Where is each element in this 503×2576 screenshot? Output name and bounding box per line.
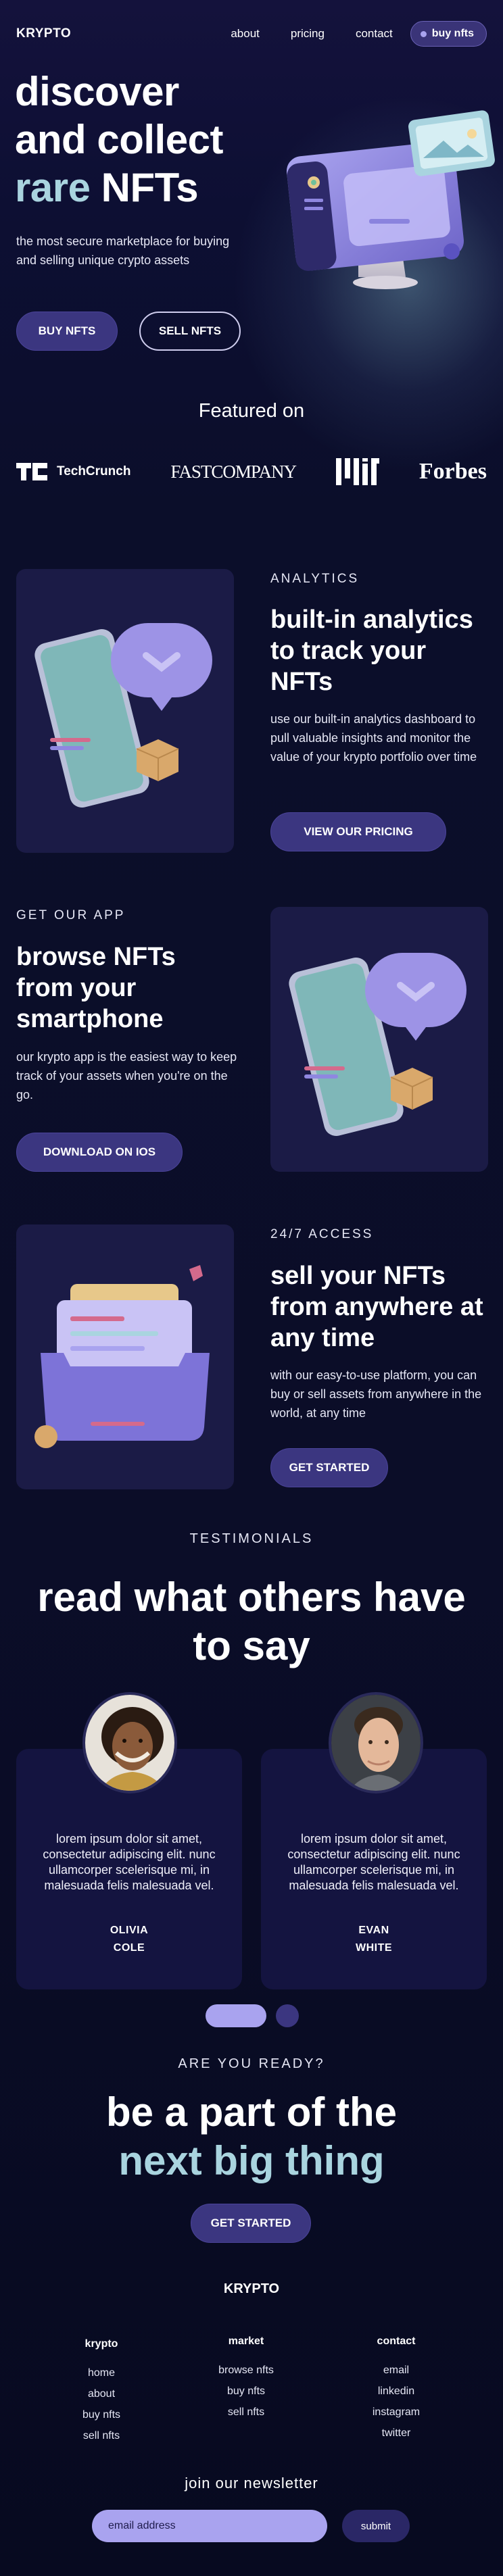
testimonials-title: read what others have to say [37, 1575, 466, 1668]
techcrunch-wordmark: TechCrunch [57, 464, 131, 478]
download-ios-button[interactable]: DOWNLOAD ON IOS [16, 1133, 183, 1172]
buy-nfts-nav-button[interactable]: buy nfts [410, 21, 487, 47]
avatar [82, 1692, 177, 1793]
pager-dot[interactable] [276, 2004, 299, 2027]
testimonial-quote: lorem ipsum dolor sit amet, consectetur … [43, 1832, 216, 1892]
avatar [329, 1692, 423, 1793]
footer-link-linkedin[interactable]: linkedin [329, 2381, 464, 2402]
analytics-image-card [16, 569, 234, 853]
access-get-started-button[interactable]: GET STARTED [270, 1448, 388, 1487]
testimonial-quote: lorem ipsum dolor sit amet, consectetur … [287, 1832, 460, 1892]
testimonial-last-name: WHITE [355, 1942, 393, 1954]
footer-link-home[interactable]: home [34, 2362, 169, 2383]
top-nav: KRYPTO about pricing contact buy nfts [16, 19, 487, 49]
footer-link-sell-nfts[interactable]: sell nfts [34, 2425, 169, 2446]
footer-link-twitter[interactable]: twitter [329, 2423, 464, 2444]
hero-title-line1: discover [15, 69, 179, 114]
testimonial-last-name: COLE [113, 1942, 145, 1954]
inbox-tray-illustration [34, 1265, 210, 1448]
newsletter-title: join our newsletter [185, 2475, 318, 2492]
techcrunch-mark-icon [16, 463, 47, 480]
footer-link-buy-nfts[interactable]: buy nfts [34, 2404, 169, 2425]
page: KRYPTO about pricing contact buy nfts di… [0, 0, 503, 2576]
hero-title-accent: rare [15, 165, 91, 210]
footer-column-krypto: krypto home about buy nfts sell nfts [34, 2338, 169, 2446]
mit-logo[interactable] [335, 458, 379, 485]
footer-link-instagram[interactable]: instagram [329, 2402, 464, 2423]
testimonial-pager [206, 2004, 299, 2027]
analytics-title: built-in analytics to track your NFTs [270, 605, 473, 696]
newsletter-email-input[interactable] [92, 2510, 327, 2542]
brand-logo[interactable]: KRYPTO [16, 26, 71, 41]
app-title: browse NFTs from your smartphone [16, 943, 176, 1033]
buy-nfts-nav-label: buy nfts [431, 28, 474, 39]
forbes-logo[interactable]: Forbes [419, 459, 487, 485]
app-image-card [270, 907, 488, 1172]
nav-link-about[interactable]: about [231, 27, 260, 41]
hero-title-line2: and collect [15, 117, 223, 162]
footer-heading: market [228, 2335, 264, 2347]
access-body: with our easy-to-use platform, you can b… [270, 1368, 482, 1420]
fastcompany-wordmark: FASTCOMPANY [170, 461, 297, 482]
featured-logos: TechCrunch FASTCOMPANY Forbes [16, 454, 487, 489]
testimonials-eyebrow: TESTIMONIALS [189, 1531, 314, 1546]
view-pricing-button[interactable]: VIEW OUR PRICING [270, 812, 446, 851]
testimonial-card-evan: lorem ipsum dolor sit amet, consectetur … [261, 1692, 487, 1989]
sell-nfts-button[interactable]: SELL NFTS [139, 312, 241, 351]
featured-title: Featured on [198, 400, 305, 422]
app-eyebrow: GET OUR APP [16, 908, 126, 922]
mit-mark-icon [335, 458, 379, 485]
nav-link-pricing[interactable]: pricing [291, 27, 325, 41]
hero-subtitle: the most secure marketplace for buying a… [16, 234, 230, 267]
cta-title-line1: be a part of the [105, 2089, 398, 2135]
analytics-eyebrow: ANALYTICS [270, 572, 360, 586]
footer-brand[interactable]: KRYPTO [0, 2281, 503, 2297]
techcrunch-logo[interactable]: TechCrunch [16, 462, 130, 482]
access-eyebrow: 24/7 ACCESS [270, 1227, 374, 1241]
footer-link-sell-nfts[interactable]: sell nfts [178, 2402, 314, 2423]
buy-nfts-button[interactable]: BUY NFTS [16, 312, 118, 351]
footer-link-email[interactable]: email [329, 2360, 464, 2381]
footer-column-market: market browse nfts buy nfts sell nfts [178, 2335, 314, 2423]
cta-title-line2: next big thing [118, 2138, 385, 2183]
footer-heading: krypto [85, 2338, 118, 2350]
app-body: our krypto app is the easiest way to kee… [16, 1050, 237, 1101]
cta-title: be a part of the next big thing [0, 2088, 503, 2185]
footer-link-about[interactable]: about [34, 2383, 169, 2404]
cta-get-started-button[interactable]: GET STARTED [191, 2204, 311, 2243]
nav-links: about pricing contact [231, 27, 392, 41]
person-avatar-olivia [85, 1695, 174, 1791]
footer-column-contact: contact email linkedin instagram twitter [329, 2335, 464, 2444]
hero-title-end: NFTs [101, 165, 199, 210]
fastcompany-logo[interactable]: FASTCOMPANY [170, 461, 297, 482]
person-avatar-evan [331, 1695, 421, 1791]
nav-link-contact[interactable]: contact [356, 27, 393, 41]
footer-link-browse-nfts[interactable]: browse nfts [178, 2360, 314, 2381]
testimonial-first-name: EVAN [358, 1925, 389, 1936]
footer-heading: contact [377, 2335, 416, 2347]
computer-illustration [286, 110, 495, 289]
footer-link-buy-nfts[interactable]: buy nfts [178, 2381, 314, 2402]
hero-title: discover and collect rare NFTs [15, 68, 223, 212]
forbes-wordmark: Forbes [418, 459, 487, 484]
testimonial-first-name: OLIVIA [110, 1925, 149, 1936]
analytics-body: use our built-in analytics dashboard to … [270, 712, 477, 764]
testimonial-card-olivia: lorem ipsum dolor sit amet, consectetur … [16, 1692, 242, 1989]
pager-dot-active[interactable] [206, 2004, 266, 2027]
access-image-card [16, 1224, 234, 1489]
newsletter-submit-button[interactable]: submit [342, 2510, 410, 2542]
phone-chat-illustration [34, 623, 212, 808]
phone-chat-illustration [289, 953, 466, 1136]
dot-icon [420, 30, 427, 37]
access-title: sell your NFTs from anywhere at any time [270, 1262, 483, 1352]
cta-eyebrow: ARE YOU READY? [178, 2056, 325, 2071]
